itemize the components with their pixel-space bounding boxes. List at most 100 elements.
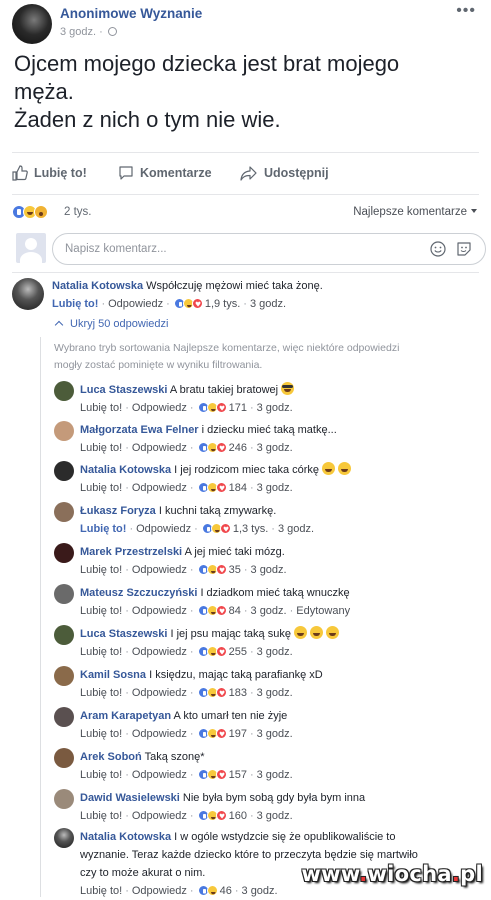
reply-reactions[interactable] (197, 605, 227, 616)
replier-avatar[interactable] (54, 828, 74, 848)
reply-reaction-count[interactable]: 246 (229, 442, 247, 454)
reply-like-link[interactable]: Lubię to! (80, 605, 122, 617)
replier-name[interactable]: Luca Staszewski (80, 384, 167, 396)
reaction-count[interactable]: 2 tys. (64, 206, 91, 218)
reply-reply-link[interactable]: Odpowiedz (136, 523, 191, 535)
replier-name[interactable]: Natalia Kotowska (80, 831, 171, 843)
comment-reply-link[interactable]: Odpowiedz (108, 298, 163, 310)
reply-reactions[interactable] (197, 442, 227, 453)
reply-reactions[interactable] (197, 810, 227, 821)
replier-name[interactable]: Arek Soboń (80, 751, 142, 763)
comment-button[interactable]: Komentarze (118, 160, 212, 186)
replier-name[interactable]: Łukasz Foryza (80, 505, 156, 517)
reply-time[interactable]: 3 godz. (257, 687, 293, 699)
post-author[interactable]: Anonimowe Wyznanie (60, 6, 202, 21)
replier-name[interactable]: Luca Staszewski (80, 628, 167, 640)
reply-reaction-count[interactable]: 46 (220, 885, 232, 897)
sticker-icon[interactable] (456, 241, 472, 257)
replier-name[interactable]: Mateusz Szczuczyński (80, 587, 197, 599)
commenter-name[interactable]: Natalia Kotowska (52, 280, 143, 292)
replier-avatar[interactable] (54, 748, 74, 768)
reply-reply-link[interactable]: Odpowiedz (132, 810, 187, 822)
replier-name[interactable]: Kamil Sosna (80, 669, 146, 681)
replier-name[interactable]: Marek Przestrzelski (80, 546, 182, 558)
sort-dropdown[interactable]: Najlepsze komentarze (353, 206, 477, 218)
reply-reaction-count[interactable]: 157 (229, 769, 247, 781)
replier-avatar[interactable] (54, 707, 74, 727)
reply-reaction-count[interactable]: 35 (229, 564, 241, 576)
comment-reaction-count[interactable]: 1,9 tys. (205, 298, 240, 310)
replier-avatar[interactable] (54, 421, 74, 441)
replier-avatar[interactable] (54, 543, 74, 563)
reply-like-link[interactable]: Lubię to! (80, 810, 122, 822)
reply-like-link[interactable]: Lubię to! (80, 442, 122, 454)
reply-reply-link[interactable]: Odpowiedz (132, 564, 187, 576)
reply-reactions[interactable] (201, 523, 231, 534)
reply-reaction-count[interactable]: 1,3 tys. (233, 523, 268, 535)
reply-reply-link[interactable]: Odpowiedz (132, 728, 187, 740)
replier-name[interactable]: Natalia Kotowska (80, 464, 171, 476)
reply-reaction-count[interactable]: 255 (229, 646, 247, 658)
reply-reply-link[interactable]: Odpowiedz (132, 885, 187, 897)
commenter-avatar[interactable] (12, 278, 44, 310)
reply-reply-link[interactable]: Odpowiedz (132, 605, 187, 617)
replier-avatar[interactable] (54, 461, 74, 481)
reply-time[interactable]: 3 godz. (257, 442, 293, 454)
reply-reactions[interactable] (197, 885, 218, 896)
reply-reaction-count[interactable]: 84 (229, 605, 241, 617)
reply-reply-link[interactable]: Odpowiedz (132, 769, 187, 781)
comment-like-link[interactable]: Lubię to! (52, 298, 98, 310)
post-time[interactable]: 3 godz. · (60, 26, 103, 38)
reply-reply-link[interactable]: Odpowiedz (132, 687, 187, 699)
replier-name[interactable]: Aram Karapetyan (80, 710, 171, 722)
like-button[interactable]: Lubię to! (12, 160, 87, 186)
reply-like-link[interactable]: Lubię to! (80, 402, 122, 414)
reply-reaction-count[interactable]: 160 (229, 810, 247, 822)
reply-like-link[interactable]: Lubię to! (80, 728, 122, 740)
reply-time[interactable]: 3 godz. (257, 810, 293, 822)
reply-like-link[interactable]: Lubię to! (80, 769, 122, 781)
reply-reactions[interactable] (197, 687, 227, 698)
edited-label[interactable]: Edytowany (296, 605, 350, 617)
share-button[interactable]: Udostępnij (240, 160, 329, 186)
reply-time[interactable]: 3 godz. (257, 482, 293, 494)
reply-like-link[interactable]: Lubię to! (80, 646, 122, 658)
reply-reply-link[interactable]: Odpowiedz (132, 442, 187, 454)
reply-reactions[interactable] (197, 646, 227, 657)
hide-replies-link[interactable]: Ukryj 50 odpowiedzi (54, 318, 168, 330)
reply-like-link[interactable]: Lubię to! (80, 523, 126, 535)
reply-reactions[interactable] (197, 564, 227, 575)
replier-name[interactable]: Dawid Wasielewski (80, 792, 180, 804)
replier-avatar[interactable] (54, 666, 74, 686)
reaction-icons[interactable] (12, 205, 48, 219)
reply-reply-link[interactable]: Odpowiedz (132, 482, 187, 494)
reply-like-link[interactable]: Lubię to! (80, 564, 122, 576)
reply-reactions[interactable] (197, 728, 227, 739)
reply-time[interactable]: 3 godz. (278, 523, 314, 535)
reply-reactions[interactable] (197, 769, 227, 780)
comment-input[interactable] (52, 233, 486, 265)
reply-reaction-count[interactable]: 197 (229, 728, 247, 740)
reply-reaction-count[interactable]: 184 (229, 482, 247, 494)
reply-time[interactable]: 3 godz. (251, 564, 287, 576)
comment-time[interactable]: 3 godz. (250, 298, 286, 310)
reply-reactions[interactable] (197, 402, 227, 413)
replier-name[interactable]: Małgorzata Ewa Felner (80, 424, 199, 436)
reply-time[interactable]: 3 godz. (257, 769, 293, 781)
reply-time[interactable]: 3 godz. (242, 885, 278, 897)
reply-like-link[interactable]: Lubię to! (80, 687, 122, 699)
reply-time[interactable]: 3 godz. (257, 402, 293, 414)
reply-like-link[interactable]: Lubię to! (80, 482, 122, 494)
reply-reaction-count[interactable]: 183 (229, 687, 247, 699)
replier-avatar[interactable] (54, 625, 74, 645)
reply-time[interactable]: 3 godz. (257, 728, 293, 740)
more-options-icon[interactable]: ••• (456, 2, 476, 20)
comment-reactions[interactable] (173, 298, 203, 309)
page-avatar[interactable] (12, 4, 52, 44)
emoji-icon[interactable] (430, 241, 446, 257)
replier-avatar[interactable] (54, 502, 74, 522)
reply-reply-link[interactable]: Odpowiedz (132, 646, 187, 658)
replier-avatar[interactable] (54, 584, 74, 604)
reply-time[interactable]: 3 godz. (251, 605, 287, 617)
reply-reactions[interactable] (197, 482, 227, 493)
